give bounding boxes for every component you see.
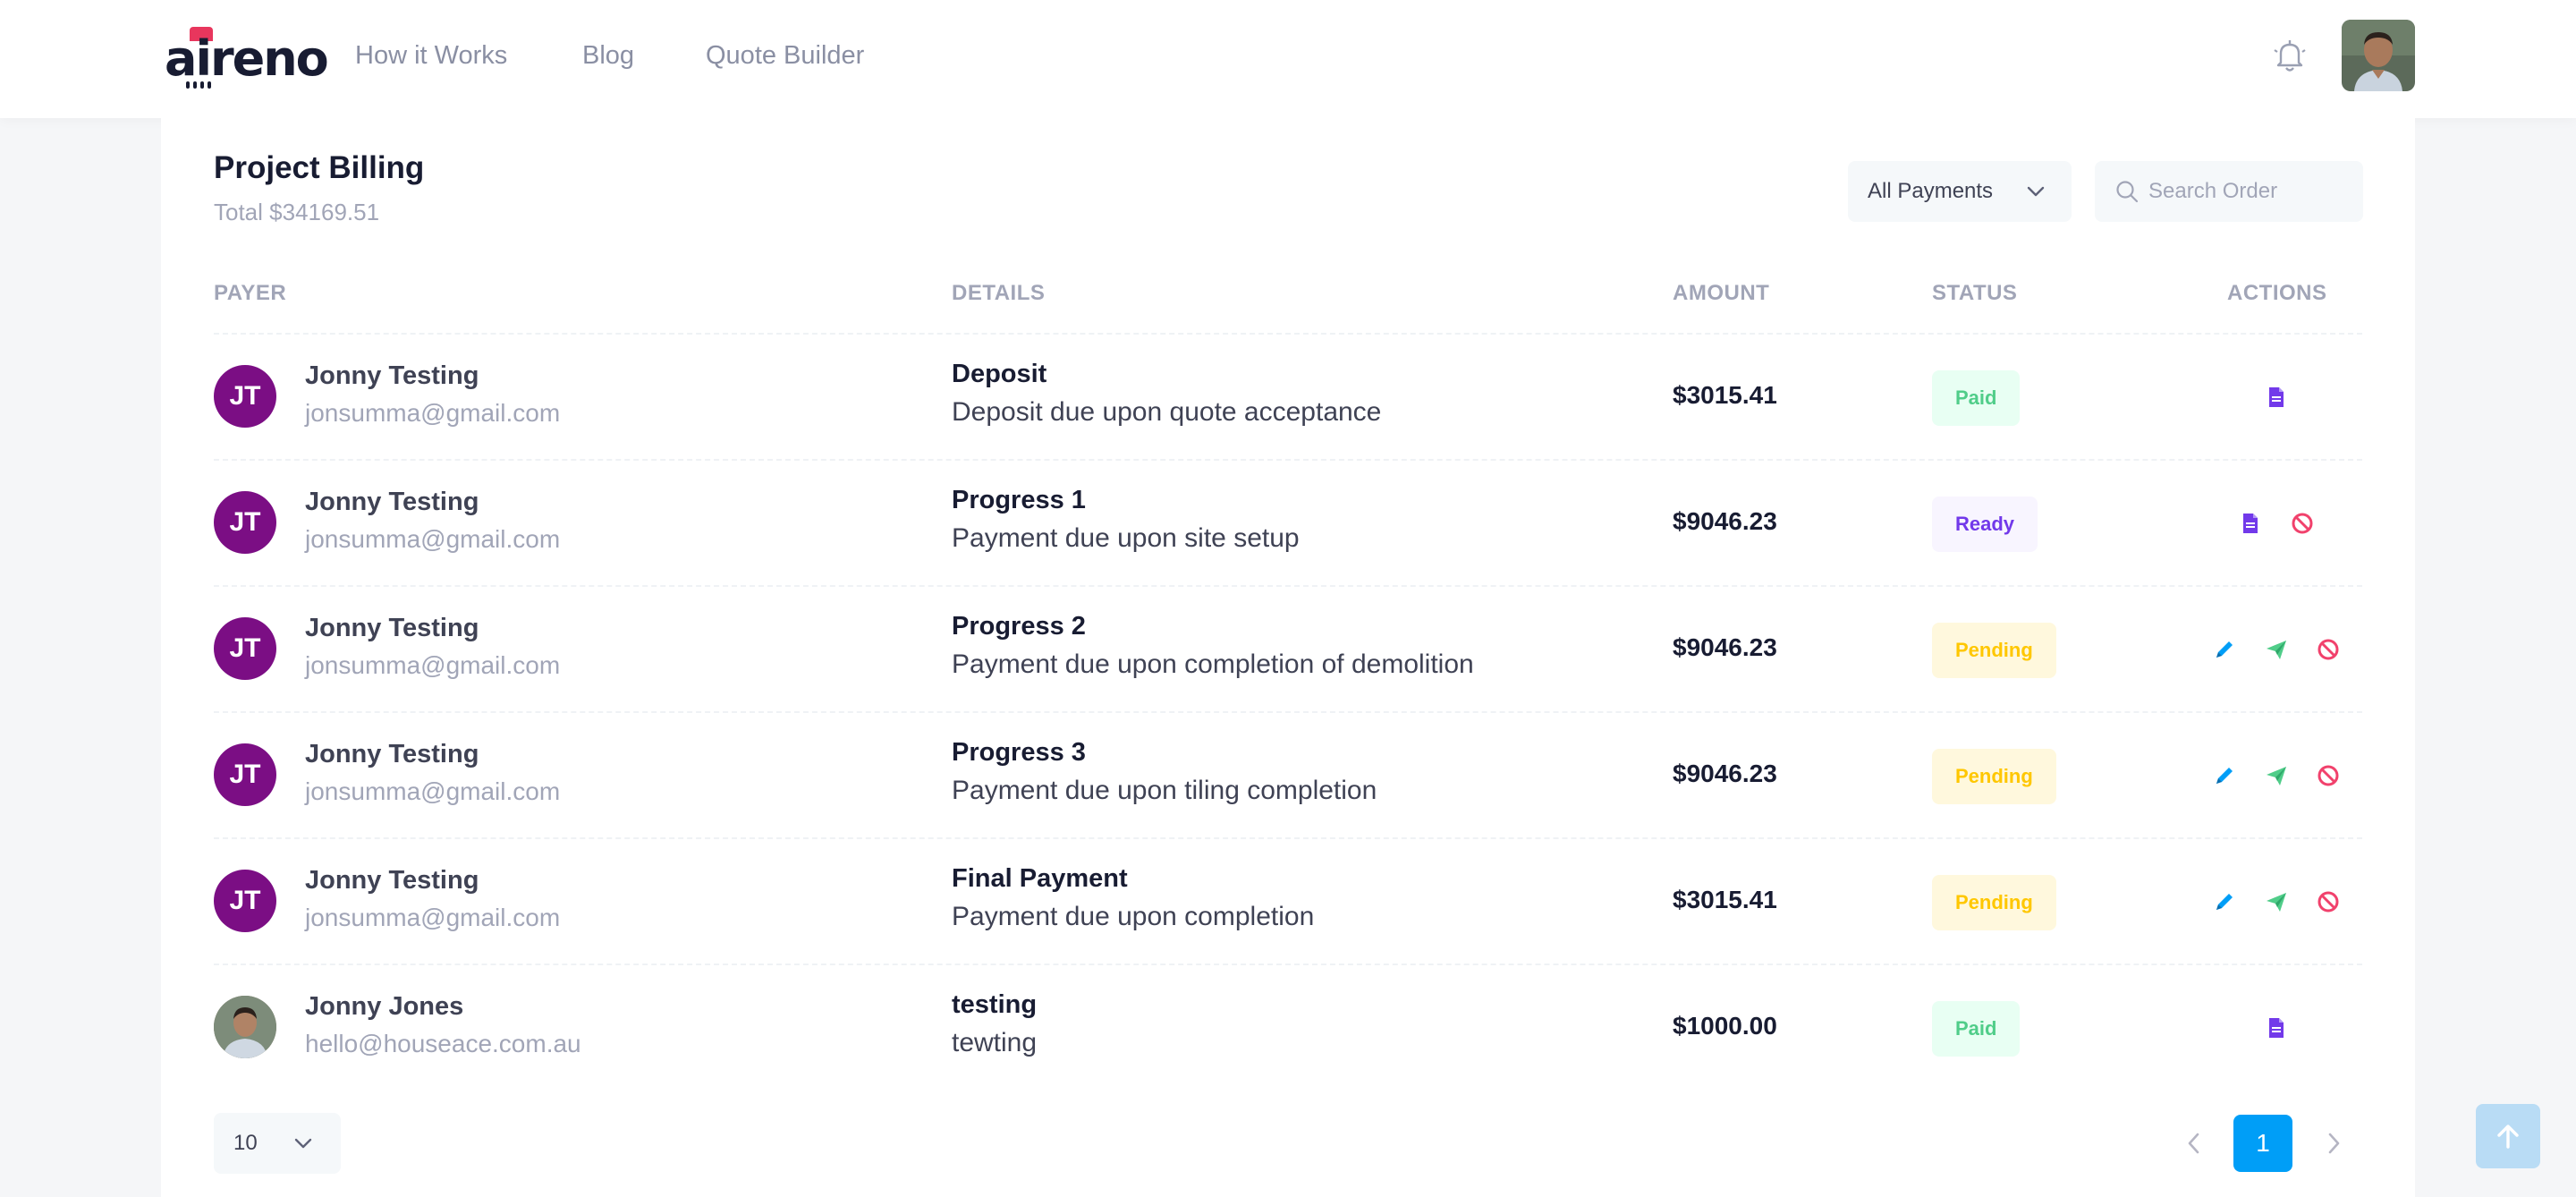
payer-avatar: JT bbox=[214, 365, 276, 428]
status-badge: Paid bbox=[1932, 1001, 2021, 1057]
detail-description: Payment due upon completion of demolitio… bbox=[952, 649, 1474, 679]
chevron-left-icon[interactable] bbox=[2181, 1127, 2207, 1159]
send-icon[interactable] bbox=[2264, 637, 2289, 662]
table-row: JT Jonny Testing jonsumma@gmail.com Prog… bbox=[214, 459, 2362, 584]
column-header-details: DETAILS bbox=[952, 281, 1046, 305]
table-row: JT Jonny Testing jonsumma@gmail.com Depo… bbox=[214, 333, 2362, 458]
payer-email: hello@houseace.com.au bbox=[305, 1030, 581, 1057]
search-order-field[interactable] bbox=[2095, 161, 2363, 222]
payer-name: Jonny Testing bbox=[305, 866, 479, 895]
send-icon[interactable] bbox=[2264, 889, 2289, 914]
column-header-amount: AMOUNT bbox=[1673, 281, 1770, 305]
user-avatar[interactable] bbox=[2342, 20, 2415, 91]
cancel-icon[interactable] bbox=[2316, 763, 2341, 788]
payment-amount: $3015.41 bbox=[1673, 886, 1777, 913]
status-badge: Pending bbox=[1932, 623, 2056, 678]
detail-title: Deposit bbox=[952, 360, 1047, 388]
detail-title: Final Payment bbox=[952, 864, 1128, 893]
status-badge: Pending bbox=[1932, 749, 2056, 804]
aireno-logo[interactable]: aireno bbox=[165, 25, 329, 89]
payment-amount: $9046.23 bbox=[1673, 507, 1777, 535]
payer-name: Jonny Testing bbox=[305, 614, 479, 642]
page-size-value: 10 bbox=[233, 1131, 258, 1155]
edit-pencil-icon[interactable] bbox=[2212, 763, 2237, 788]
payer-avatar: JT bbox=[214, 491, 276, 554]
status-badge: Paid bbox=[1932, 370, 2021, 426]
invoice-icon[interactable] bbox=[2238, 511, 2263, 536]
detail-title: testing bbox=[952, 990, 1038, 1019]
detail-title: Progress 3 bbox=[952, 738, 1086, 767]
page-title: Project Billing bbox=[214, 150, 425, 185]
cancel-icon[interactable] bbox=[2290, 511, 2315, 536]
payer-name: Jonny Testing bbox=[305, 740, 479, 768]
payment-amount: $9046.23 bbox=[1673, 760, 1777, 787]
payment-amount: $1000.00 bbox=[1673, 1012, 1777, 1040]
detail-description: Payment due upon tiling completion bbox=[952, 776, 1377, 805]
invoice-icon[interactable] bbox=[2264, 385, 2289, 410]
cancel-icon[interactable] bbox=[2316, 637, 2341, 662]
table-row: JT Jonny Testing jonsumma@gmail.com Prog… bbox=[214, 711, 2362, 836]
payments-filter-select[interactable]: All Payments bbox=[1848, 161, 2072, 222]
edit-pencil-icon[interactable] bbox=[2212, 889, 2237, 914]
search-input[interactable] bbox=[2148, 161, 2354, 222]
page-size-select[interactable]: 10 bbox=[214, 1113, 341, 1174]
payment-amount: $3015.41 bbox=[1673, 381, 1777, 409]
status-badge: Pending bbox=[1932, 875, 2056, 930]
payer-avatar-photo bbox=[214, 996, 276, 1058]
top-navbar: aireno How it Works Blog Quote Builder bbox=[0, 0, 2576, 118]
payer-email: jonsumma@gmail.com bbox=[305, 525, 561, 553]
status-badge: Ready bbox=[1932, 497, 2038, 552]
payment-amount: $9046.23 bbox=[1673, 633, 1777, 661]
detail-title: Progress 2 bbox=[952, 612, 1086, 641]
cancel-icon[interactable] bbox=[2316, 889, 2341, 914]
logo-dots bbox=[186, 77, 222, 89]
search-icon bbox=[2114, 179, 2140, 204]
detail-description: Payment due upon site setup bbox=[952, 523, 1300, 553]
scroll-to-top-button[interactable] bbox=[2476, 1104, 2540, 1168]
payer-name: Jonny Jones bbox=[305, 992, 464, 1021]
detail-description: Deposit due upon quote acceptance bbox=[952, 397, 1382, 427]
edit-pencil-icon[interactable] bbox=[2212, 637, 2237, 662]
payer-avatar: JT bbox=[214, 617, 276, 680]
column-header-actions: ACTIONS bbox=[2227, 281, 2327, 305]
detail-description: tewting bbox=[952, 1028, 1038, 1057]
bell-icon[interactable] bbox=[2267, 32, 2313, 79]
column-header-payer: PAYER bbox=[214, 281, 287, 305]
payer-email: jonsumma@gmail.com bbox=[305, 904, 561, 931]
chevron-right-icon[interactable] bbox=[2320, 1127, 2347, 1159]
chevron-down-icon bbox=[2025, 181, 2046, 202]
send-icon[interactable] bbox=[2264, 763, 2289, 788]
arrow-up-icon bbox=[2497, 1125, 2519, 1149]
table-row: JT Jonny Testing jonsumma@gmail.com Fina… bbox=[214, 837, 2362, 963]
chevron-down-icon bbox=[292, 1133, 314, 1154]
payer-avatar: JT bbox=[214, 743, 276, 806]
nav-how-it-works[interactable]: How it Works bbox=[355, 0, 507, 111]
column-header-status: STATUS bbox=[1932, 281, 2018, 305]
page-button-current[interactable]: 1 bbox=[2233, 1115, 2292, 1172]
nav-blog[interactable]: Blog bbox=[582, 0, 634, 111]
payer-email: jonsumma@gmail.com bbox=[305, 651, 561, 679]
payer-email: jonsumma@gmail.com bbox=[305, 777, 561, 805]
nav-quote-builder[interactable]: Quote Builder bbox=[706, 0, 864, 111]
table-row: Jonny Jones hello@houseace.com.au testin… bbox=[214, 964, 2362, 1089]
payer-email: jonsumma@gmail.com bbox=[305, 399, 561, 427]
payer-avatar: JT bbox=[214, 870, 276, 932]
payer-name: Jonny Testing bbox=[305, 361, 479, 390]
billing-total: Total $34169.51 bbox=[214, 199, 380, 225]
detail-description: Payment due upon completion bbox=[952, 902, 1315, 931]
invoice-icon[interactable] bbox=[2264, 1015, 2289, 1040]
payer-name: Jonny Testing bbox=[305, 488, 479, 516]
detail-title: Progress 1 bbox=[952, 486, 1086, 514]
table-row: JT Jonny Testing jonsumma@gmail.com Prog… bbox=[214, 585, 2362, 710]
filter-selected-value: All Payments bbox=[1868, 179, 1994, 203]
